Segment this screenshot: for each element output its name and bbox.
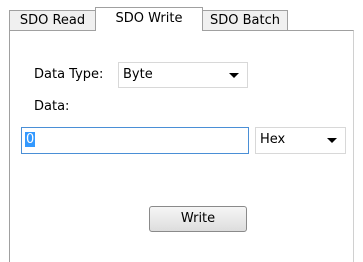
data-type-value: Byte [123,67,153,82]
data-input[interactable]: 0 [21,127,249,154]
tab-sdo-write[interactable]: SDO Write [95,7,203,31]
tab-bar: SDO Read SDO Write SDO Batch [9,0,354,31]
data-input-value: 0 [25,132,36,147]
data-type-label: Data Type: [34,67,104,82]
write-button[interactable]: Write [149,206,247,232]
sdo-write-panel: Data Type: Byte Data: 0 Hex Write [9,30,354,262]
chevron-down-icon [229,73,239,78]
format-value: Hex [260,132,286,147]
chevron-down-icon [327,138,337,143]
tab-sdo-batch[interactable]: SDO Batch [202,10,288,30]
tab-sdo-read[interactable]: SDO Read [9,10,96,30]
data-type-select[interactable]: Byte [118,62,248,88]
format-select[interactable]: Hex [255,127,346,154]
data-label: Data: [34,99,70,114]
